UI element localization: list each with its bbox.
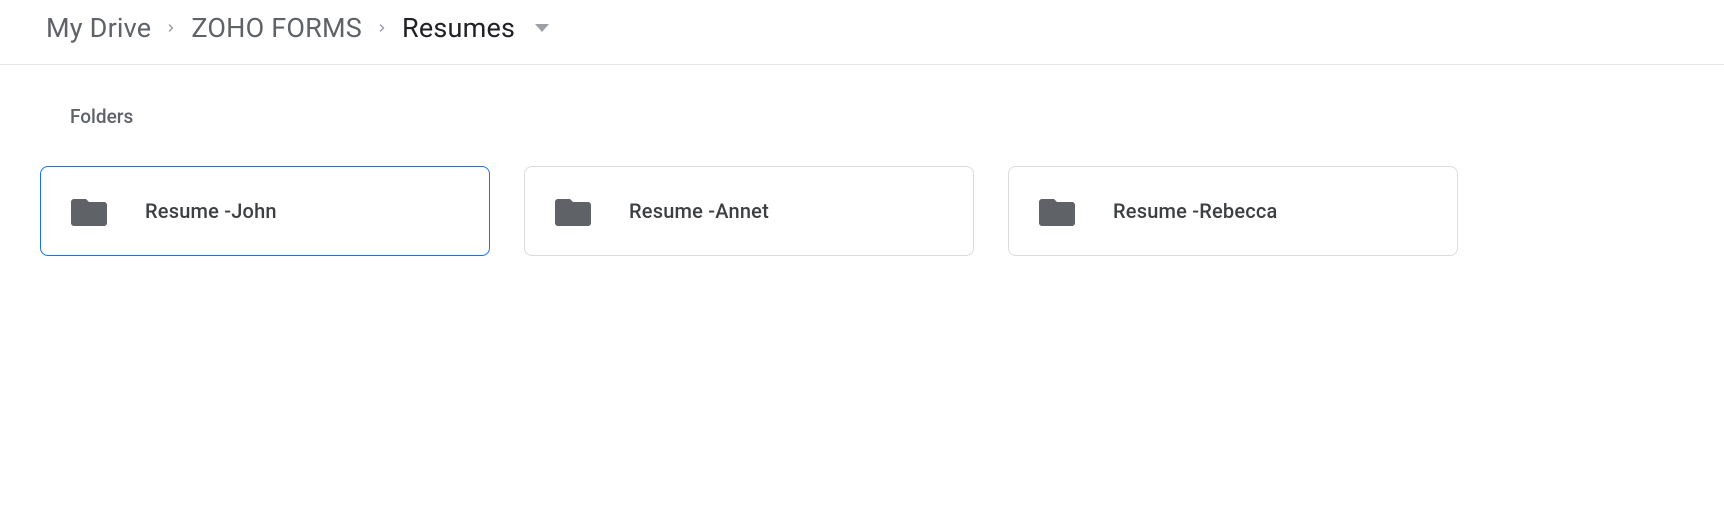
folder-icon <box>555 196 591 226</box>
breadcrumb: My Drive ZOHO FORMS Resumes <box>0 0 1724 65</box>
folder-icon <box>71 196 107 226</box>
chevron-right-icon <box>376 22 388 34</box>
folder-card[interactable]: Resume -Annet <box>524 166 974 256</box>
caret-down-icon[interactable] <box>535 24 549 32</box>
folder-name: Resume -Annet <box>629 199 769 223</box>
breadcrumb-item-root[interactable]: My Drive <box>46 12 151 44</box>
folder-card[interactable]: Resume -John <box>40 166 490 256</box>
breadcrumb-item-parent[interactable]: ZOHO FORMS <box>191 12 362 44</box>
folder-name: Resume -Rebecca <box>1113 199 1278 223</box>
folder-card[interactable]: Resume -Rebecca <box>1008 166 1458 256</box>
chevron-right-icon <box>165 22 177 34</box>
breadcrumb-item-current[interactable]: Resumes <box>402 12 515 44</box>
section-label-folders: Folders <box>70 105 1684 128</box>
folder-icon <box>1039 196 1075 226</box>
content-area: Folders Resume -John Resume -Annet Resum… <box>0 65 1724 256</box>
folders-row: Resume -John Resume -Annet Resume -Rebec… <box>40 166 1684 256</box>
folder-name: Resume -John <box>145 199 277 223</box>
